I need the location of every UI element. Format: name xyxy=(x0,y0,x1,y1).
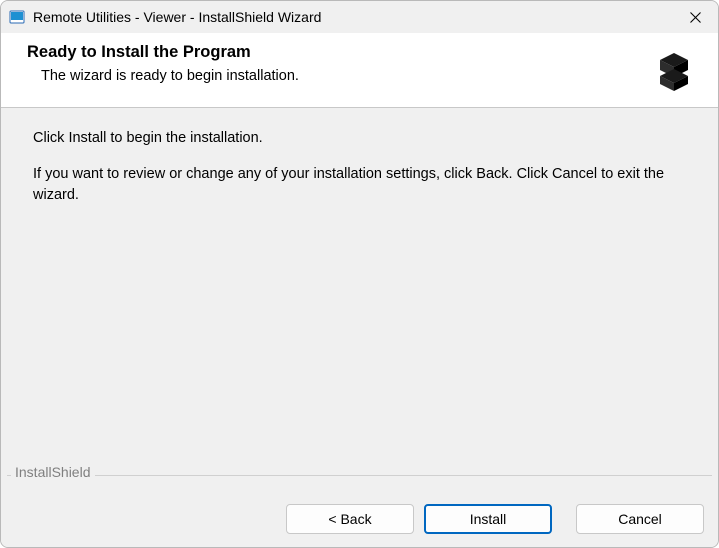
page-subtitle: The wizard is ready to begin installatio… xyxy=(41,68,638,84)
window-title: Remote Utilities - Viewer - InstallShiel… xyxy=(33,9,672,25)
installer-window: Remote Utilities - Viewer - InstallShiel… xyxy=(0,0,719,548)
app-icon xyxy=(9,9,25,25)
brand-label: InstallShield xyxy=(11,463,95,483)
install-button[interactable]: Install xyxy=(424,504,552,534)
instruction-text-1: Click Install to begin the installation. xyxy=(33,128,673,148)
close-icon xyxy=(690,12,701,23)
wizard-footer: < Back Install Cancel xyxy=(1,491,718,547)
titlebar: Remote Utilities - Viewer - InstallShiel… xyxy=(1,1,718,33)
instruction-text-2: If you want to review or change any of y… xyxy=(33,164,673,205)
wizard-header-text: Ready to Install the Program The wizard … xyxy=(27,43,638,84)
brand-frame xyxy=(7,475,712,491)
page-title: Ready to Install the Program xyxy=(27,43,638,62)
wizard-header: Ready to Install the Program The wizard … xyxy=(1,33,718,108)
wizard-body: Click Install to begin the installation.… xyxy=(1,108,718,491)
cancel-button[interactable]: Cancel xyxy=(576,504,704,534)
close-button[interactable] xyxy=(672,1,718,33)
installer-logo-icon xyxy=(650,45,698,93)
back-button[interactable]: < Back xyxy=(286,504,414,534)
